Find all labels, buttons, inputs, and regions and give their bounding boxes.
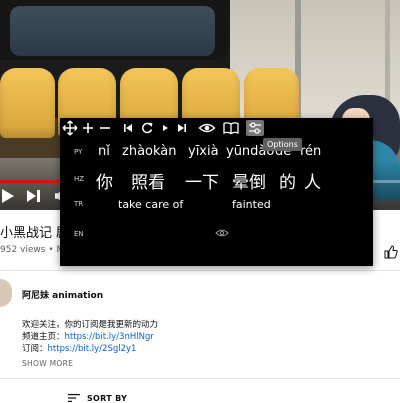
hanzi-row-label: HZ (74, 175, 85, 183)
eye-icon[interactable] (198, 120, 216, 136)
skip-forward-icon[interactable] (176, 120, 188, 136)
english-row-label: EN (74, 230, 84, 238)
description-line: 欢迎关注，你的订阅是我更新的动力 (22, 320, 159, 330)
channel-name[interactable]: 阿尼妹 animation (22, 288, 103, 301)
sort-by-button[interactable]: SORT BY (87, 394, 127, 403)
move-icon[interactable] (62, 120, 78, 136)
word-translation: fainted (232, 198, 271, 211)
replay-icon[interactable] (140, 120, 154, 136)
window-view (10, 6, 215, 56)
play-small-icon[interactable] (160, 120, 170, 136)
pinyin-word[interactable]: rén (300, 144, 321, 159)
show-english-eye-icon[interactable] (215, 228, 229, 238)
show-more-button[interactable]: SHOW MORE (22, 359, 73, 368)
minus-icon[interactable] (98, 120, 112, 136)
avatar[interactable] (0, 279, 12, 307)
options-tooltip: Options (263, 138, 302, 151)
play-icon[interactable] (2, 189, 14, 203)
description-line: 订阅：https://bit.ly/2Sgl2y1 (22, 343, 158, 355)
options-icon[interactable] (246, 120, 264, 136)
hanzi-word[interactable]: 照看 (131, 168, 165, 193)
seat-cushion (0, 68, 55, 138)
overlay-toolbar (60, 118, 373, 138)
description-line: 频道主页：https://bit.ly/3nHlNgr (22, 331, 158, 343)
pinyin-word[interactable]: nǐ (98, 144, 110, 159)
translation-row-label: TR (74, 200, 84, 208)
hanzi-word[interactable]: 的 (279, 168, 296, 193)
hanzi-word[interactable]: 晕倒 (232, 168, 266, 193)
hanzi-word[interactable]: 一下 (185, 168, 219, 193)
pinyin-word[interactable]: zhàokàn (122, 144, 177, 159)
description-label: 频道主页： (22, 332, 65, 342)
divider (0, 378, 400, 379)
pinyin-word[interactable]: yīxià (188, 144, 219, 159)
subscribe-link[interactable]: https://bit.ly/2Sgl2y1 (48, 344, 137, 354)
channel-link[interactable]: https://bit.ly/3nHlNgr (65, 332, 154, 342)
book-icon[interactable] (222, 120, 240, 136)
skip-back-icon[interactable] (122, 120, 134, 136)
next-icon[interactable] (27, 190, 41, 202)
video-description: 欢迎关注，你的订阅是我更新的动力 频道主页：https://bit.ly/3nH… (22, 319, 158, 355)
word-translation: take care of (118, 198, 184, 211)
pinyin-row-label: PY (74, 148, 83, 156)
sort-icon[interactable] (68, 394, 80, 402)
description-label: 订阅： (22, 344, 48, 354)
hanzi-word[interactable]: 人 (304, 168, 321, 193)
like-icon[interactable] (384, 245, 398, 259)
subtitle-translation-overlay: PY HZ TR EN nǐ zhàokàn yīxià yūndǎo de r… (60, 118, 373, 266)
hanzi-word[interactable]: 你 (96, 168, 113, 193)
divider (0, 270, 400, 271)
plus-icon[interactable] (81, 120, 95, 136)
